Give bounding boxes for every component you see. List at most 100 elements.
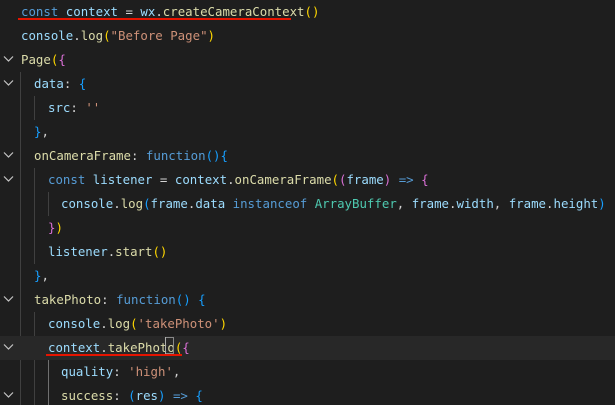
code-token: . — [100, 340, 108, 355]
annotation-underline — [46, 354, 182, 356]
code-token: '' — [85, 100, 101, 115]
code-token: : — [63, 76, 79, 91]
code-token: listener — [92, 172, 153, 187]
code-editor[interactable]: const context = wx.createCameraContext()… — [0, 0, 615, 405]
code-token: , — [41, 124, 49, 139]
code-token: : — [130, 148, 146, 163]
code-line[interactable]: takePhoto: function() { — [0, 288, 615, 312]
code-token: function — [145, 148, 206, 163]
code-token: : — [113, 364, 129, 379]
code-token: listener — [48, 244, 108, 259]
code-token: data — [195, 196, 226, 211]
code-token: { — [220, 148, 228, 163]
code-token: { — [78, 76, 87, 91]
code-text: console.log(frame.data instanceof ArrayB… — [61, 192, 606, 216]
chevron-down-icon[interactable] — [2, 336, 16, 360]
code-line[interactable]: console.log("Before Page") — [0, 24, 615, 48]
code-token: log — [107, 316, 131, 331]
code-line[interactable]: }) — [0, 216, 615, 240]
code-token: () — [205, 148, 221, 163]
code-token: context — [174, 172, 228, 187]
code-text: onCameraFrame: function(){ — [34, 144, 228, 168]
code-token: onCameraFrame — [234, 172, 332, 187]
code-token: : — [70, 100, 86, 115]
code-text: success: (res) => { — [61, 384, 203, 405]
code-text: src: '' — [48, 96, 100, 120]
code-line[interactable]: console.log(frame.data instanceof ArrayB… — [0, 192, 615, 216]
chevron-down-icon[interactable] — [2, 72, 16, 96]
code-token: = — [118, 4, 141, 19]
code-token: ) — [207, 28, 215, 43]
chevron-down-icon[interactable] — [2, 384, 16, 405]
code-token: success — [61, 388, 114, 403]
code-token: 'high' — [128, 364, 173, 379]
code-line[interactable]: quality: 'high', — [0, 360, 615, 384]
code-token: ArrayBuffer — [314, 196, 397, 211]
code-token: => — [172, 388, 188, 403]
code-token: , — [172, 364, 181, 379]
code-token: onCameraFrame — [34, 148, 131, 163]
chevron-down-icon[interactable] — [2, 48, 16, 72]
code-token: , — [493, 196, 509, 211]
code-text: const listener = context.onCameraFrame((… — [48, 168, 429, 192]
code-token: const — [48, 172, 86, 187]
code-token: src — [48, 100, 71, 115]
code-token: () — [175, 292, 191, 307]
code-token: . — [100, 316, 108, 331]
code-token: log — [120, 196, 144, 211]
code-token: . — [113, 196, 121, 211]
code-text: const context = wx.createCameraContext() — [21, 0, 319, 24]
chevron-down-icon[interactable] — [2, 288, 16, 312]
code-text: Page({ — [21, 48, 66, 72]
code-token: , — [41, 268, 49, 283]
code-text: quality: 'high', — [61, 360, 180, 384]
code-text: listener.start() — [48, 240, 167, 264]
code-line[interactable]: success: (res) => { — [0, 384, 615, 405]
code-line[interactable]: console.log('takePhoto') — [0, 312, 615, 336]
code-text: }) — [48, 216, 63, 240]
code-token: ) — [55, 220, 63, 235]
code-token: ( — [103, 28, 111, 43]
code-token: quality — [61, 364, 114, 379]
code-token: { — [198, 292, 206, 307]
chevron-down-icon[interactable] — [2, 168, 16, 192]
code-line[interactable]: context.takePhoto({ — [0, 336, 615, 360]
code-token: instanceof — [232, 196, 308, 211]
code-text: }, — [34, 264, 49, 288]
code-line[interactable]: onCameraFrame: function(){ — [0, 144, 615, 168]
code-token: height — [553, 196, 599, 211]
code-token: ) — [219, 316, 228, 331]
code-token: , — [396, 196, 412, 211]
code-line[interactable]: }, — [0, 120, 615, 144]
code-token: takePhoto — [34, 292, 102, 307]
code-token: . — [73, 28, 81, 43]
code-line[interactable]: const context = wx.createCameraContext() — [0, 0, 615, 24]
code-token: wx — [140, 4, 156, 19]
code-line[interactable]: const listener = context.onCameraFrame((… — [0, 168, 615, 192]
code-token: { — [182, 340, 190, 355]
code-line[interactable]: listener.start() — [0, 240, 615, 264]
code-line[interactable]: src: '' — [0, 96, 615, 120]
code-token: console — [48, 316, 101, 331]
code-token: ( — [331, 172, 339, 187]
code-token: console — [61, 196, 114, 211]
code-token: { — [195, 388, 203, 403]
code-token: () — [152, 244, 168, 259]
code-token: frame — [508, 196, 547, 211]
code-token: frame — [150, 196, 188, 211]
code-line[interactable]: }, — [0, 264, 615, 288]
code-line[interactable]: Page({ — [0, 48, 615, 72]
code-token: = — [152, 172, 175, 187]
chevron-down-icon[interactable] — [2, 144, 16, 168]
code-token: . — [155, 4, 163, 19]
code-token: ) — [598, 196, 606, 211]
code-line[interactable]: data: { — [0, 72, 615, 96]
code-token: frame — [411, 196, 450, 211]
code-text: takePhoto: function() { — [34, 288, 206, 312]
